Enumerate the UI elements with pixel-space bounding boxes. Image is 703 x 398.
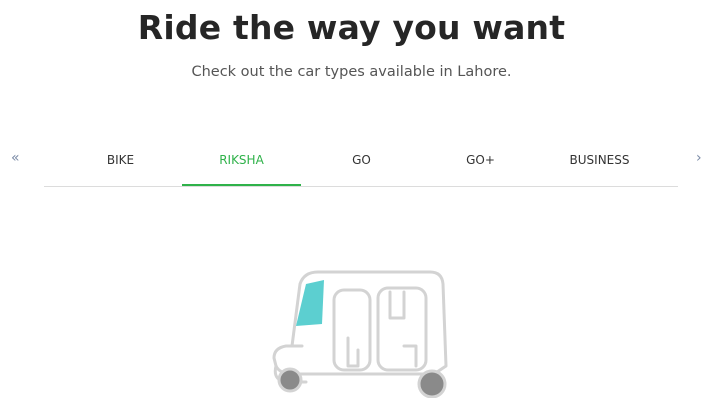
page-subtitle: Check out the car types available in Lah… bbox=[191, 64, 512, 80]
front-wheel bbox=[277, 367, 303, 393]
page: Ride the way you want Check out the car … bbox=[0, 0, 703, 398]
page-title: Ride the way you want bbox=[137, 8, 566, 47]
tab-riksha[interactable]: RIKSHA bbox=[182, 138, 301, 186]
rear-wheel bbox=[417, 369, 447, 398]
tab-bike[interactable]: BIKE bbox=[61, 138, 180, 186]
tab-business[interactable]: BUSINESS bbox=[540, 138, 659, 186]
tab-go-plus[interactable]: GO+ bbox=[421, 138, 540, 186]
carousel-next-button[interactable]: › bbox=[696, 150, 702, 166]
carousel-prev-button[interactable]: « bbox=[11, 150, 20, 166]
riksha-icon bbox=[272, 270, 448, 398]
tab-go[interactable]: GO bbox=[302, 138, 421, 186]
vehicle-type-tabs: BIKE RIKSHA GO GO+ BUSINESS bbox=[44, 138, 678, 187]
